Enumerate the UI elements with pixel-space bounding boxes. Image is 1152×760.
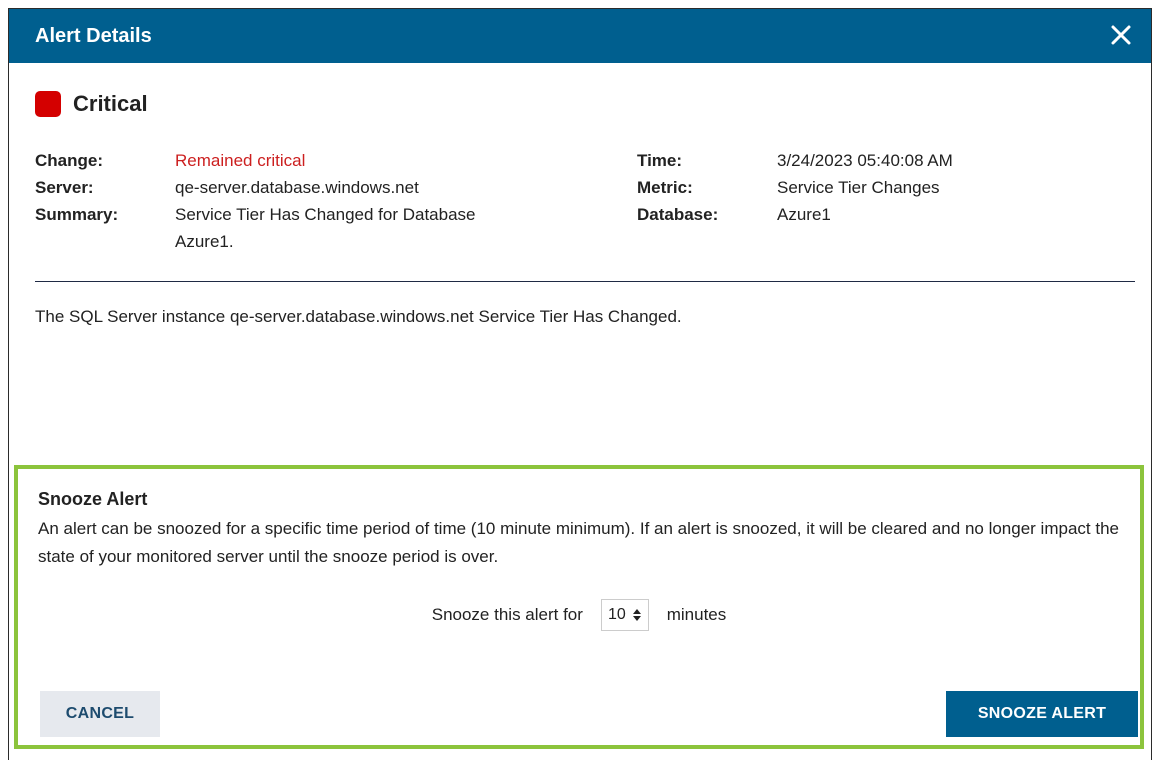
detail-key: Server: bbox=[35, 178, 94, 197]
details-left: Change: Remained critical Server: qe-ser… bbox=[35, 147, 615, 255]
snooze-minutes-stepper[interactable]: 10 bbox=[600, 599, 649, 631]
snooze-duration-row: Snooze this alert for 10 minutes bbox=[18, 599, 1140, 631]
detail-row-summary: Summary: Service Tier Has Changed for Da… bbox=[35, 201, 615, 255]
snooze-heading: Snooze Alert bbox=[38, 489, 148, 509]
severity-label: Critical bbox=[73, 91, 148, 116]
detail-value-metric: Service Tier Changes bbox=[777, 178, 940, 197]
detail-row-server: Server: qe-server.database.windows.net bbox=[35, 174, 615, 201]
detail-row-time: Time: 3/24/2023 05:40:08 AM bbox=[637, 147, 1137, 174]
severity-indicator: Critical bbox=[35, 91, 148, 117]
cancel-button[interactable]: CANCEL bbox=[40, 691, 160, 737]
detail-value-time: 3/24/2023 05:40:08 AM bbox=[777, 151, 953, 170]
detail-row-metric: Metric: Service Tier Changes bbox=[637, 174, 1137, 201]
snooze-section: Snooze Alert An alert can be snoozed for… bbox=[14, 465, 1144, 749]
snooze-description: An alert can be snoozed for a specific t… bbox=[38, 519, 1119, 566]
detail-key: Database: bbox=[637, 205, 719, 224]
snooze-minutes-value[interactable]: 10 bbox=[608, 606, 626, 624]
snooze-alert-button[interactable]: SNOOZE ALERT bbox=[946, 691, 1138, 737]
detail-key: Metric: bbox=[637, 178, 693, 197]
summary-line-1: Service Tier Has Changed for Database bbox=[175, 205, 476, 224]
detail-key: Time: bbox=[637, 151, 683, 170]
alert-details-dialog: Alert Details Critical Change: Remained … bbox=[8, 8, 1152, 760]
snooze-prefix: Snooze this alert for bbox=[431, 605, 583, 624]
critical-status-icon bbox=[35, 91, 61, 117]
alert-message: The SQL Server instance qe-server.databa… bbox=[35, 307, 682, 326]
detail-row-change: Change: Remained critical bbox=[35, 147, 615, 174]
details-right: Time: 3/24/2023 05:40:08 AM Metric: Serv… bbox=[637, 147, 1137, 228]
summary-line-2: Azure1. bbox=[175, 232, 234, 251]
detail-key: Summary: bbox=[35, 205, 119, 224]
detail-value-summary: Service Tier Has Changed for Database Az… bbox=[175, 201, 476, 255]
dialog-title: Alert Details bbox=[35, 25, 152, 47]
detail-key: Change: bbox=[35, 151, 103, 170]
divider bbox=[35, 281, 1135, 282]
detail-value-server: qe-server.database.windows.net bbox=[175, 178, 419, 197]
close-icon[interactable] bbox=[1105, 19, 1137, 51]
spin-arrows-icon[interactable] bbox=[632, 608, 642, 622]
dialog-header: Alert Details bbox=[9, 9, 1151, 63]
detail-row-database: Database: Azure1 bbox=[637, 201, 1137, 228]
detail-value-change: Remained critical bbox=[175, 151, 306, 170]
snooze-suffix: minutes bbox=[666, 605, 727, 624]
detail-value-database: Azure1 bbox=[777, 205, 831, 224]
